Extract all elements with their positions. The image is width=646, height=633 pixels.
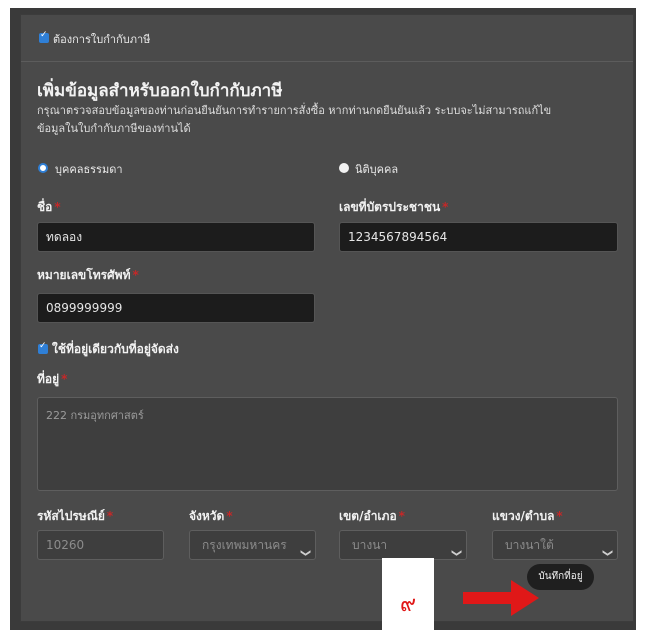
- district-select-value: บางนา: [352, 538, 388, 552]
- province-select-value: กรุงเทพมหานคร: [202, 538, 287, 552]
- required-mark: *: [398, 509, 405, 523]
- invoice-checkbox-label: ต้องการใบกำกับภาษี: [53, 33, 151, 46]
- subdistrict-label: แขวง/ตำบล *: [492, 509, 563, 523]
- same-address-label: ใช้ที่อยู่เดียวกับที่อยู่จัดส่ง: [52, 342, 179, 356]
- name-label: ชื่อ *: [37, 200, 61, 214]
- chevron-down-icon: ❯: [601, 548, 613, 558]
- section-description-line2: ข้อมูลในใบกำกับภาษีของท่านได้: [37, 122, 191, 135]
- section-description-line1: กรุณาตรวจสอบข้อมูลของท่านก่อนยืนยันการทำ…: [37, 104, 552, 117]
- required-mark: *: [54, 200, 61, 214]
- postcode-label: รหัสไปรษณีย์ *: [37, 509, 114, 523]
- province-select[interactable]: กรุงเทพมหานคร ❯: [189, 530, 316, 560]
- tax-invoice-panel: ต้องการใบกำกับภาษี เพิ่มข้อมูลสำหรับออกใ…: [20, 14, 634, 622]
- radio-juristic[interactable]: [339, 163, 349, 173]
- phone-input[interactable]: 0899999999: [37, 293, 315, 323]
- phone-label: หมายเลขโทรศัพท์ *: [37, 268, 139, 282]
- postcode-input[interactable]: 10260: [37, 530, 164, 560]
- id-card-input[interactable]: 1234567894564: [339, 222, 618, 252]
- name-input[interactable]: ทดลอง: [37, 222, 315, 252]
- id-card-label: เลขที่บัตรประชาชน *: [339, 200, 449, 214]
- required-mark: *: [132, 268, 139, 282]
- required-mark: *: [106, 509, 114, 523]
- subdistrict-select-value: บางนาใต้: [505, 538, 554, 552]
- address-label: ที่อยู่ *: [37, 372, 68, 386]
- subdistrict-select[interactable]: บางนาใต้ ❯: [492, 530, 618, 560]
- invoice-toggle-row: ต้องการใบกำกับภาษี: [21, 15, 633, 62]
- required-mark: *: [226, 509, 233, 523]
- address-textarea[interactable]: 222 กรมอุทกศาสตร์: [37, 397, 618, 491]
- province-label: จังหวัด *: [189, 509, 233, 523]
- required-mark: *: [442, 200, 449, 214]
- invoice-checkbox[interactable]: [39, 30, 49, 43]
- section-title: เพิ่มข้อมูลสำหรับออกใบกำกับภาษี: [37, 81, 283, 101]
- required-mark: *: [61, 372, 68, 386]
- required-mark: *: [556, 509, 563, 523]
- radio-juristic-label: นิติบุคคล: [355, 163, 399, 176]
- radio-individual[interactable]: [38, 163, 48, 173]
- district-label: เขต/อำเภอ *: [339, 509, 405, 523]
- same-address-checkbox[interactable]: [38, 341, 48, 354]
- step-number: ๙: [399, 592, 417, 617]
- radio-individual-label: บุคคลธรรมดา: [55, 163, 123, 176]
- chevron-down-icon: ❯: [450, 548, 462, 558]
- red-arrow-icon: [463, 580, 539, 616]
- district-select[interactable]: บางนา ❯: [339, 530, 467, 560]
- chevron-down-icon: ❯: [299, 548, 311, 558]
- step-annotation-box: ๙: [382, 558, 434, 630]
